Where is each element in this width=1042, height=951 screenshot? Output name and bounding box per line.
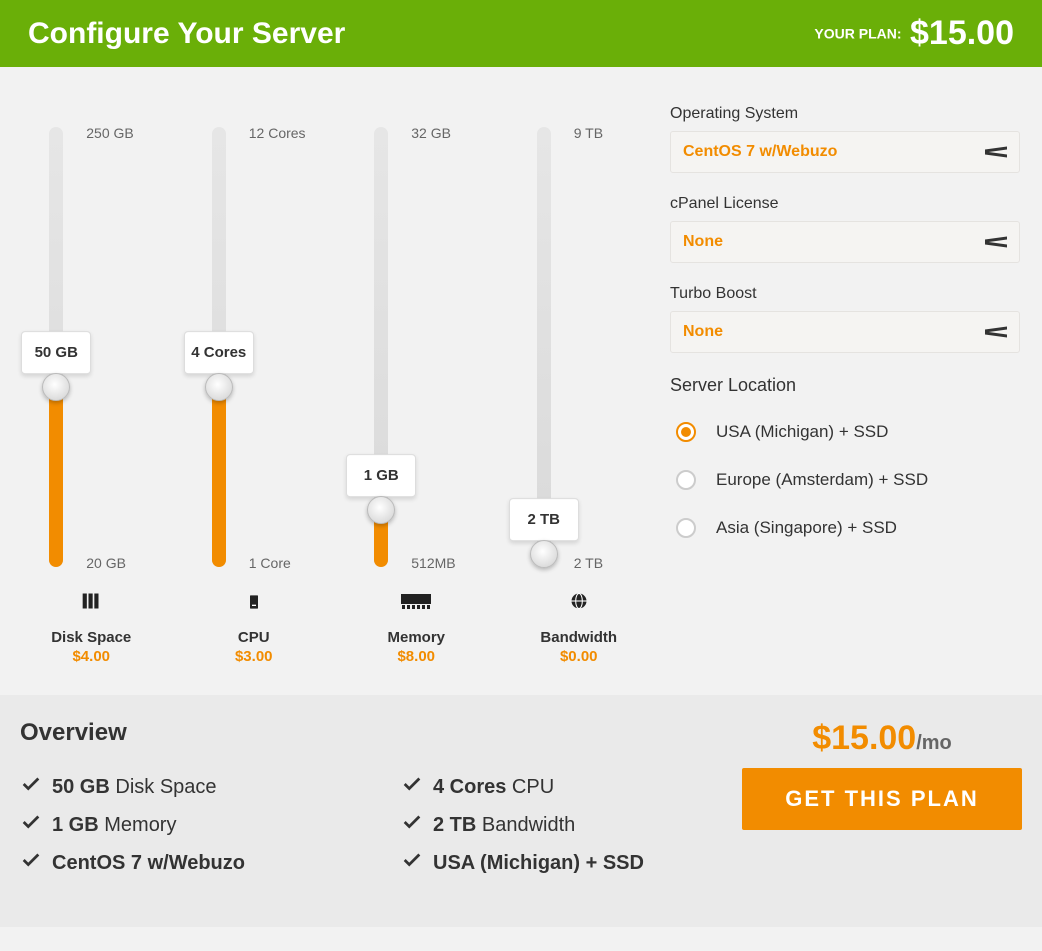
cpanel-dropdown[interactable]: None [670,221,1020,263]
slider-value-cpu: 4 Cores [184,331,254,374]
radio-icon [676,422,696,442]
server-location-option[interactable]: USA (Michigan) + SSD [670,408,1020,456]
options-panel: Operating System CentOS 7 w/Webuzo cPane… [670,67,1042,695]
slider-min-disk: 20 GB [86,555,126,571]
slider-min-mem: 512MB [411,555,455,571]
page-title: Configure Your Server [28,17,345,51]
server-location-label: Server Location [670,375,1020,396]
check-icon [401,811,423,839]
overview-title: Overview [20,719,742,747]
overview-line: 2 TB Bandwidth [401,811,742,839]
turbo-dropdown[interactable]: None [670,311,1020,353]
slider-track-disk[interactable]: 50 GB [26,127,86,567]
overview-col2: 4 Cores CPU 2 TB Bandwidth USA (Michigan) … [401,763,742,887]
ram-icon [400,591,432,615]
slider-price-cpu: $3.00 [235,648,273,665]
slider-handle-cpu[interactable] [205,373,233,401]
check-icon [401,773,423,801]
get-plan-button[interactable]: GET THIS PLAN [742,768,1022,830]
slider-title-disk: Disk Space [51,629,131,646]
server-location-option[interactable]: Asia (Singapore) + SSD [670,504,1020,552]
slider-min-bw: 2 TB [574,555,603,571]
check-icon [20,811,42,839]
slider-max-cpu: 12 Cores [249,125,306,141]
slider-handle-disk[interactable] [42,373,70,401]
server-location-list: USA (Michigan) + SSD Europe (Amsterdam) +… [670,408,1020,552]
slider-value-bw: 2 TB [509,498,579,541]
overview-line: 50 GB Disk Space [20,773,361,801]
overview-line: CentOS 7 w/Webuzo [20,849,361,877]
server-icon [246,591,262,615]
overview-line: USA (Michigan) + SSD [401,849,742,877]
cpanel-value: None [683,233,723,251]
slider-title-bw: Bandwidth [540,629,617,646]
os-value: CentOS 7 w/Webuzo [683,143,837,161]
overview-price-suffix: /mo [916,732,952,754]
radio-icon [676,518,696,538]
cpanel-label: cPanel License [670,195,1020,213]
overview-col1: 50 GB Disk Space 1 GB Memory CentOS 7 w/We… [20,763,361,887]
slider-bw: 2 TB 9 TB 2 TB Bandwidth $0.00 [504,127,654,665]
slider-track-bw[interactable]: 2 TB [514,127,574,567]
slider-price-mem: $8.00 [397,648,435,665]
slider-track-cpu[interactable]: 4 Cores [189,127,249,567]
overview-price: $15.00/mo [742,719,1022,758]
slider-title-mem: Memory [387,629,445,646]
overview-line: 4 Cores CPU [401,773,742,801]
slider-value-disk: 50 GB [21,331,91,374]
overview-line: 1 GB Memory [20,811,361,839]
server-location-option-label: USA (Michigan) + SSD [716,422,888,442]
turbo-label: Turbo Boost [670,285,1020,303]
main: 50 GB 250 GB 20 GB Disk Space $4.00 4 Co… [0,67,1042,695]
check-icon [20,773,42,801]
check-icon [401,849,423,877]
slider-price-bw: $0.00 [560,648,598,665]
chevron-down-icon [985,148,1007,156]
chevron-down-icon [985,328,1007,336]
server-location-option-label: Europe (Amsterdam) + SSD [716,470,928,490]
server-location-option-label: Asia (Singapore) + SSD [716,518,897,538]
slider-cpu: 4 Cores 12 Cores 1 Core CPU $3.00 [179,127,329,665]
slider-max-mem: 32 GB [411,125,451,141]
slider-max-bw: 9 TB [574,125,603,141]
slider-disk: 50 GB 250 GB 20 GB Disk Space $4.00 [16,127,166,665]
slider-value-mem: 1 GB [346,454,416,497]
globe-icon [569,591,589,615]
server-location-option[interactable]: Europe (Amsterdam) + SSD [670,456,1020,504]
slider-handle-bw[interactable] [530,540,558,568]
slider-price-disk: $4.00 [72,648,110,665]
chevron-down-icon [985,238,1007,246]
slider-title-cpu: CPU [238,629,270,646]
os-label: Operating System [670,105,1020,123]
slider-panel: 50 GB 250 GB 20 GB Disk Space $4.00 4 Co… [0,67,670,695]
radio-icon [676,470,696,490]
slider-handle-mem[interactable] [367,496,395,524]
overview: Overview 50 GB Disk Space 1 GB Memory Cent… [0,695,1042,927]
plan-summary: YOUR PLAN: $15.00 [814,14,1014,53]
slider-max-disk: 250 GB [86,125,133,141]
os-dropdown[interactable]: CentOS 7 w/Webuzo [670,131,1020,173]
turbo-value: None [683,323,723,341]
overview-price-amount: $15.00 [812,719,916,757]
servers-icon [79,591,103,615]
slider-mem: 1 GB 32 GB 512MB Memory $8.00 [341,127,491,665]
check-icon [20,849,42,877]
slider-track-mem[interactable]: 1 GB [351,127,411,567]
plan-label: YOUR PLAN: [814,26,901,42]
slider-min-cpu: 1 Core [249,555,291,571]
header: Configure Your Server YOUR PLAN: $15.00 [0,0,1042,67]
plan-price: $15.00 [910,14,1014,52]
